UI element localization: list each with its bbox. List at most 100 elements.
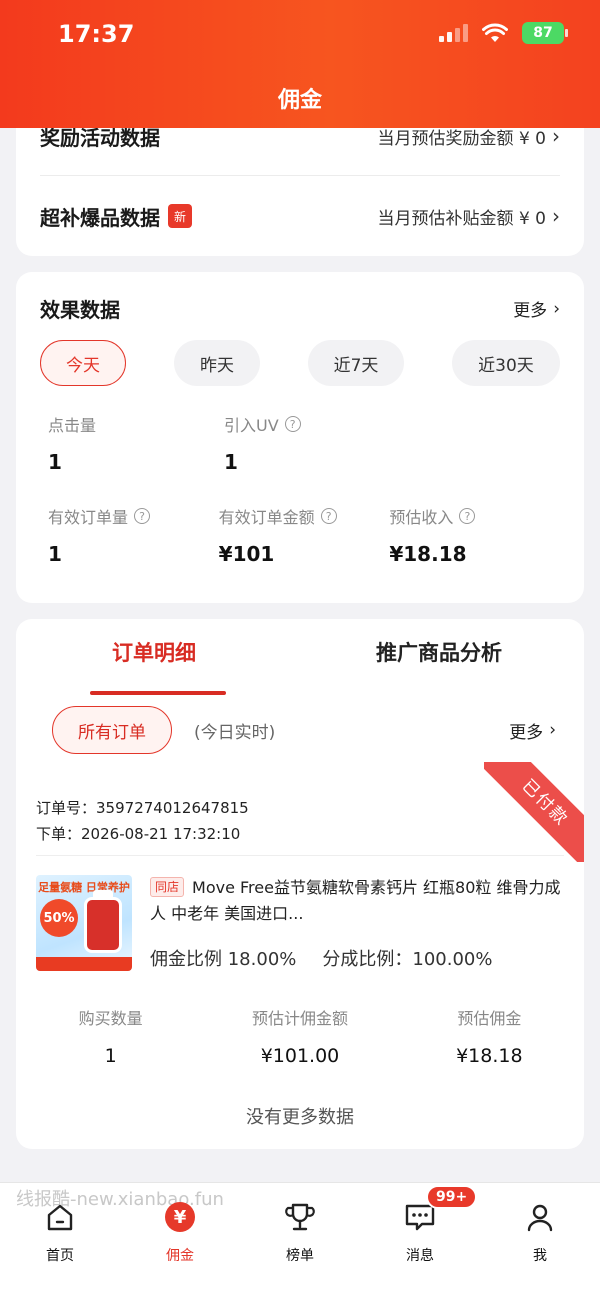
nav-profile[interactable]: 我 (480, 1201, 600, 1265)
product-image-headline: 足量氨糖 日常养护 (38, 881, 130, 894)
metrics-row: 点击量 1 引入UV ? 1 (48, 412, 560, 474)
metrics-row: 有效订单量 ? 1 有效订单金额 ? ¥101 预估收入 ? ¥18.18 (48, 504, 560, 566)
nav-home[interactable]: 首页 (0, 1201, 120, 1265)
tab-order-detail[interactable]: 订单明细 (112, 637, 196, 667)
subsidy-row[interactable]: 超补爆品数据 新 当月预估补贴金额 ¥ 0 › (40, 186, 560, 246)
message-count-badge: 99+ (426, 1185, 478, 1209)
trophy-icon (284, 1201, 316, 1233)
yen-icon: ¥ (164, 1201, 196, 1233)
status-badge: 已付款 (484, 762, 584, 862)
valid-amount-value: ¥101 (218, 542, 275, 566)
cellular-signal-icon (439, 24, 468, 42)
stat-quantity: 购买数量 1 (16, 1005, 205, 1067)
orders-tabs: 订单明细 推广商品分析 (16, 637, 584, 699)
valid-orders-value: 1 (48, 542, 62, 566)
order-stats: 购买数量 1 预估计佣金额 ¥101.00 预估佣金 ¥18.18 (16, 1005, 584, 1067)
wifi-icon (482, 23, 508, 42)
nav-items: 首页 ¥ 佣金 榜单 99+ 消息 我 (0, 1185, 600, 1265)
more-label: 更多 (513, 301, 548, 321)
home-icon (44, 1201, 76, 1233)
chevron-right-icon: › (549, 720, 556, 740)
range-30days[interactable]: 近30天 (452, 340, 560, 386)
help-icon[interactable]: ? (320, 508, 337, 524)
all-orders-filter[interactable]: 所有订单 (52, 706, 172, 754)
est-amount-label: 预估计佣金额 (251, 1009, 348, 1028)
est-commission-label: 预估佣金 (457, 1009, 522, 1028)
range-today[interactable]: 今天 (40, 340, 126, 386)
product-ratios: 佣金比例 18.00% 分成比例：100.00% (150, 945, 492, 971)
user-icon (524, 1201, 556, 1233)
nav-commission[interactable]: ¥ 佣金 (120, 1201, 240, 1265)
est-income-value: ¥18.18 (389, 542, 467, 566)
share-rate-label: 分成比例： (322, 949, 413, 970)
effect-header: 效果数据 更多 › (40, 294, 560, 323)
valid-amount-label: 有效订单金额 (218, 508, 315, 527)
order-time-label: 下单： (36, 825, 82, 843)
clicks-value: 1 (48, 450, 62, 474)
share-rate: 分成比例：100.00% (322, 945, 492, 971)
nav-commission-label: 佣金 (166, 1248, 194, 1264)
metric-label: 点击量 (48, 412, 224, 436)
effect-title: 效果数据 (40, 298, 120, 322)
nav-ranking[interactable]: 榜单 (240, 1201, 360, 1265)
chevron-right-icon: › (553, 298, 560, 319)
uv-value: 1 (224, 450, 238, 474)
header: 17:37 87 佣金 (0, 0, 600, 128)
help-icon[interactable]: ? (459, 508, 476, 524)
metric-uv: 引入UV ? 1 (224, 412, 400, 474)
realtime-label: (今日实时) (194, 722, 276, 743)
metric-valid-orders: 有效订单量 ? 1 (48, 504, 219, 566)
range-yesterday[interactable]: 昨天 (174, 340, 260, 386)
product-name: Move Free益节氨糖软骨素钙片 红瓶80粒 维骨力成人 中老年 美国进口.… (150, 878, 561, 923)
range-7days[interactable]: 近7天 (308, 340, 404, 386)
status-ribbon: 已付款 (484, 762, 584, 862)
share-rate-value: 100.00% (412, 949, 493, 970)
product-image-badge: 50% (40, 899, 78, 937)
stat-est-amount: 预估计佣金额 ¥101.00 (205, 1005, 394, 1067)
tab-product-analysis[interactable]: 推广商品分析 (376, 637, 502, 667)
range-selector: 今天 昨天 近7天 近30天 (40, 340, 560, 386)
metric-label: 有效订单量 ? (48, 504, 219, 528)
help-icon[interactable]: ? (134, 508, 151, 524)
metric-est-income: 预估收入 ? ¥18.18 (389, 504, 560, 566)
subsidy-title: 超补爆品数据 新 (40, 202, 192, 231)
help-icon[interactable]: ? (284, 416, 301, 432)
product-title[interactable]: 同店 Move Free益节氨糖软骨素钙片 红瓶80粒 维骨力成人 中老年 美国进… (150, 875, 562, 927)
nav-home-label: 首页 (46, 1248, 74, 1264)
metric-clicks: 点击量 1 (48, 412, 224, 474)
commission-rate-value: 18.00% (227, 949, 297, 970)
quantity-label: 购买数量 (78, 1009, 143, 1028)
orders-more-link[interactable]: 更多 › (509, 718, 556, 743)
order-no-label: 订单号： (36, 799, 97, 817)
nav-messages-label: 消息 (406, 1248, 434, 1264)
effect-data-card: 效果数据 更多 › 今天 昨天 近7天 近30天 点击量 1 引入UV ? 1 … (16, 272, 584, 603)
commission-rate: 佣金比例 18.00% (150, 945, 296, 971)
page-title: 佣金 (277, 88, 322, 113)
chevron-right-icon: › (552, 204, 560, 228)
metric-label: 预估收入 ? (389, 504, 560, 528)
est-commission-value: ¥18.18 (456, 1045, 523, 1067)
active-tab-indicator (90, 691, 226, 695)
divider (40, 175, 560, 176)
shop-tag: 同店 (150, 877, 185, 897)
est-amount-value: ¥101.00 (260, 1045, 340, 1067)
order-no-line: 订单号：3597274012647815 (36, 795, 249, 821)
subsidy-value: 当月预估补贴金额 ¥ 0 (377, 208, 546, 229)
stat-est-commission: 预估佣金 ¥18.18 (395, 1005, 584, 1067)
effect-more-link[interactable]: 更多 › (513, 296, 560, 322)
status-icons: 87 (439, 22, 568, 44)
quantity-value: 1 (104, 1045, 117, 1067)
order-no: 3597274012647815 (96, 799, 249, 817)
subsidy-label: 超补爆品数据 (40, 205, 160, 230)
no-more-data: 没有更多数据 (246, 1107, 354, 1128)
order-time-line: 下单：2026-08-21 17:32:10 (36, 821, 249, 847)
product-image[interactable]: 足量氨糖 日常养护 50% (36, 875, 132, 971)
bottle-icon (84, 890, 122, 953)
orders-card: 订单明细 推广商品分析 所有订单 (今日实时) 更多 › 已付款 订单号：359… (16, 619, 584, 1149)
order-filter-row: 所有订单 (今日实时) 更多 › (52, 705, 556, 755)
nav-messages[interactable]: 99+ 消息 (360, 1185, 480, 1265)
nav-ranking-label: 榜单 (286, 1248, 314, 1264)
est-income-label: 预估收入 (389, 508, 454, 527)
metric-valid-amount: 有效订单金额 ? ¥101 (219, 504, 390, 566)
metric-label: 引入UV ? (224, 412, 400, 436)
